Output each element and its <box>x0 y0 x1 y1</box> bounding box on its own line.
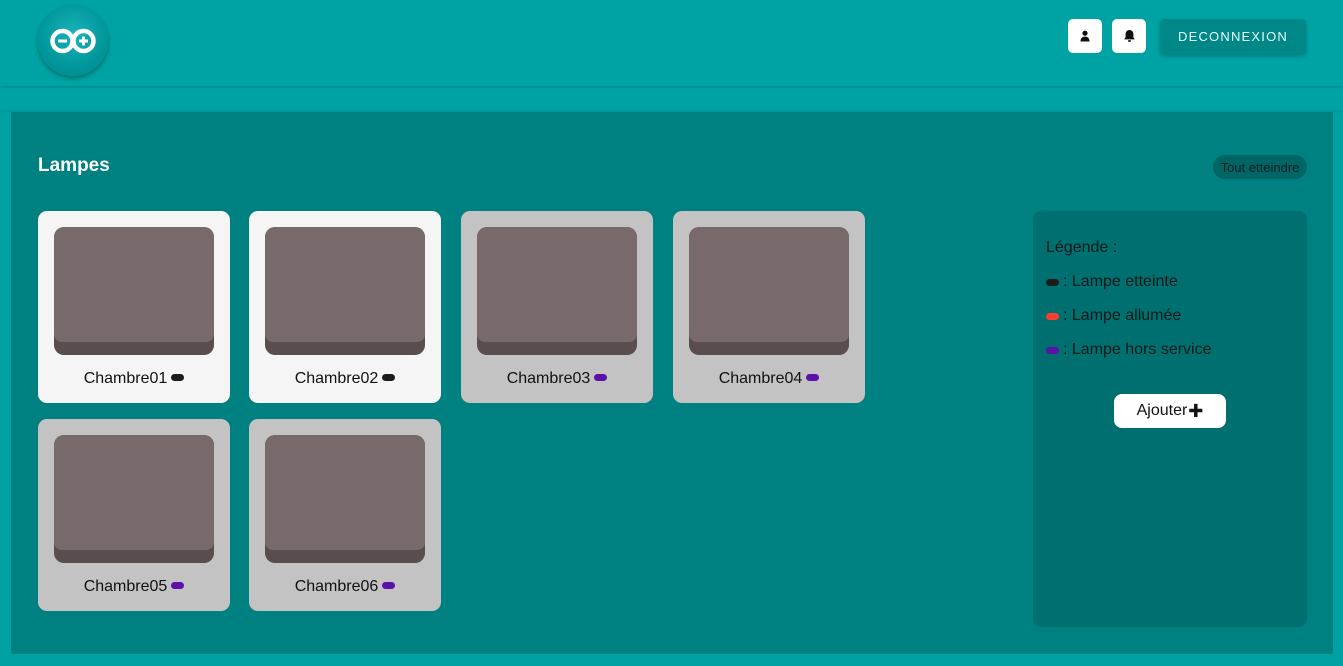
lamp-label: Chambre05 <box>38 578 230 596</box>
status-dot-on <box>1046 312 1059 320</box>
status-dot-out-of-service <box>1046 346 1059 354</box>
legend-label: : Lampe hors service <box>1063 341 1212 358</box>
status-dot-off <box>382 374 396 382</box>
user-icon <box>1080 30 1090 42</box>
legend-item-on: : Lampe allumée <box>1046 307 1181 325</box>
turn-all-off-button[interactable]: Tout etteindre <box>1213 155 1307 179</box>
legend-label: : Lampe allumée <box>1063 307 1182 324</box>
lamp-card[interactable]: Chambre05 <box>38 419 230 611</box>
legend-title: Légende : <box>1046 239 1118 256</box>
lamp-name: Chambre06 <box>294 578 379 595</box>
status-dot-out-of-service <box>806 374 820 382</box>
profile-button[interactable] <box>1068 19 1102 53</box>
lamp-label: Chambre02 <box>249 370 441 388</box>
lamp-label: Chambre04 <box>673 370 865 388</box>
lamp-name: Chambre03 <box>506 370 591 387</box>
status-dot-off <box>1046 278 1059 286</box>
status-dot-out-of-service <box>171 582 185 590</box>
lamp-label: Chambre03 <box>461 370 653 388</box>
lamp-card[interactable]: Chambre04 <box>673 211 865 403</box>
add-button-label: Ajouter <box>1136 402 1188 419</box>
lamp-card[interactable]: Chambre02 <box>249 211 441 403</box>
status-dot-out-of-service <box>594 374 608 382</box>
lamp-label: Chambre01 <box>38 370 230 388</box>
lamp-card[interactable]: Chambre03 <box>461 211 653 403</box>
top-navbar: DECONNEXION <box>0 0 1343 86</box>
lamp-image <box>54 435 214 563</box>
arduino-logo-icon[interactable] <box>38 6 108 76</box>
lamp-name: Chambre01 <box>83 370 168 387</box>
legend-item-out-of-service: : Lampe hors service <box>1046 341 1212 359</box>
logout-button[interactable]: DECONNEXION <box>1160 19 1306 54</box>
status-dot-out-of-service <box>382 582 396 590</box>
add-lamp-button[interactable]: Ajouter ✚ <box>1114 394 1226 428</box>
lamp-image <box>689 227 849 355</box>
lamp-image <box>265 435 425 563</box>
status-dot-off <box>171 374 185 382</box>
lamp-name: Chambre04 <box>718 370 803 387</box>
legend-panel: Légende : : Lampe etteinte : Lampe allum… <box>1033 211 1307 627</box>
page-title: Lampes <box>38 155 110 176</box>
lamp-name: Chambre02 <box>294 370 379 387</box>
legend-item-off: : Lampe etteinte <box>1046 273 1178 291</box>
legend-label: : Lampe etteinte <box>1063 273 1178 290</box>
lamp-image <box>265 227 425 355</box>
plus-icon: ✚ <box>1188 401 1204 421</box>
lamp-label: Chambre06 <box>249 578 441 596</box>
lamp-image <box>477 227 637 355</box>
notifications-button[interactable] <box>1112 19 1146 53</box>
lamp-image <box>54 227 214 355</box>
lamps-panel: Lampes Tout etteindre Chambre01 Chambre0… <box>11 112 1333 654</box>
lamp-card[interactable]: Chambre06 <box>249 419 441 611</box>
bell-icon <box>1123 30 1135 42</box>
header-separator-band <box>0 88 1343 110</box>
lamp-card[interactable]: Chambre01 <box>38 211 230 403</box>
lamp-name: Chambre05 <box>83 578 168 595</box>
